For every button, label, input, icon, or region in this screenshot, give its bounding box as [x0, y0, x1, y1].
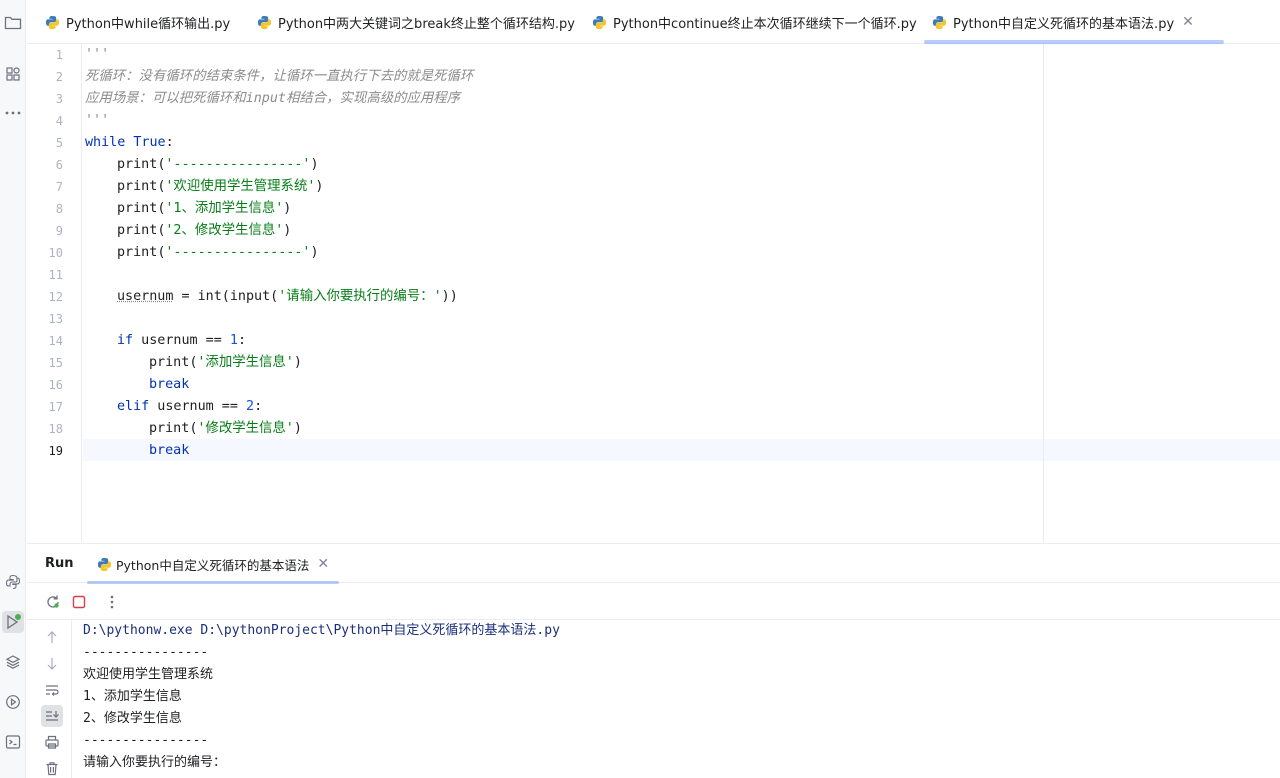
tab-label: Python中continue终止本次循环继续下一个循环.py: [613, 16, 917, 32]
python-file-icon: [45, 15, 60, 29]
python-file-icon: [932, 15, 947, 29]
console-line: 2、修改学生信息: [83, 711, 182, 726]
line-number-current: 19: [48, 444, 63, 458]
rerun-icon[interactable]: [43, 592, 63, 612]
line-number-gutter[interactable]: 1 2 3 4 5 6 7 8 9 10 11 12 13 14 15 16 1…: [27, 44, 82, 542]
line-number: 4: [55, 114, 63, 128]
code-line-19: break: [149, 443, 190, 458]
code-line-4: ''': [85, 113, 110, 128]
code-line-15: print('添加学生信息'): [149, 355, 302, 370]
code-line-3: 应用场景：可以把死循环和input相结合，实现高级的应用程序: [85, 91, 461, 106]
line-number: 12: [48, 290, 63, 304]
console-line: 欢迎使用学生管理系统: [83, 667, 214, 682]
code-line-14: if usernum == 1:: [117, 333, 246, 348]
code-line-10: print('----------------'): [117, 245, 319, 260]
more-tools-icon[interactable]: [2, 102, 24, 124]
code-line-16: break: [149, 377, 190, 392]
console-output[interactable]: D:\pythonw.exe D:\pythonProject\Python中自…: [83, 620, 1280, 778]
python-file-icon: [592, 15, 607, 29]
console-line: D:\pythonw.exe D:\pythonProject\Python中自…: [83, 623, 560, 638]
project-icon[interactable]: [2, 12, 24, 34]
tab-break-keyword[interactable]: Python中两大关键词之break终止整个循环结构.py: [257, 0, 575, 44]
line-number: 10: [48, 246, 63, 260]
line-number: 6: [55, 158, 63, 172]
code-line-18: print('修改学生信息'): [149, 421, 302, 436]
console-line: ----------------: [83, 645, 209, 660]
code-line-7: print('欢迎使用学生管理系统'): [117, 179, 324, 194]
run-tab-label: Python中自定义死循环的基本语法: [116, 557, 310, 573]
code-line-1: ''': [85, 47, 110, 62]
run-toolbar: [27, 584, 1280, 620]
code-editor[interactable]: ''' 死循环：没有循环的结束条件，让循环一直执行下去的就是死循环 应用场景：可…: [85, 44, 1280, 542]
code-line-5: while True:: [85, 135, 174, 150]
more-options-icon[interactable]: [102, 592, 122, 612]
python-file-icon: [257, 15, 272, 29]
tab-label: Python中两大关键词之break终止整个循环结构.py: [278, 16, 575, 32]
scroll-to-end-icon[interactable]: [41, 705, 63, 727]
code-line-12: usernum = int(input('请输入你要执行的编号：')): [117, 289, 458, 304]
structure-icon[interactable]: [2, 63, 24, 85]
line-number: 2: [55, 70, 63, 84]
run-panel-header: Run Python中自定义死循环的基本语法 ✕: [27, 543, 1280, 584]
console-line: 1、添加学生信息: [83, 689, 182, 704]
close-tab-icon[interactable]: ✕: [1182, 14, 1194, 30]
run-config-tab[interactable]: Python中自定义死循环的基本语法 ✕: [86, 544, 340, 584]
line-number: 9: [55, 224, 63, 238]
tab-while-loop[interactable]: Python中while循环输出.py: [45, 0, 230, 44]
python-file-icon: [97, 557, 112, 571]
tab-continue-keyword[interactable]: Python中continue终止本次循环继续下一个循环.py: [592, 0, 917, 44]
stop-icon[interactable]: [69, 592, 89, 612]
services-icon[interactable]: [2, 691, 24, 713]
line-number: 3: [55, 92, 63, 106]
tab-infinite-loop[interactable]: Python中自定义死循环的基本语法.py ✕: [924, 0, 1224, 44]
console-line: ----------------: [83, 733, 209, 748]
line-number: 15: [48, 356, 63, 370]
scroll-up-icon[interactable]: [41, 626, 63, 648]
tab-label: Python中自定义死循环的基本语法.py: [953, 16, 1175, 32]
run-tool-icon[interactable]: [2, 611, 24, 633]
line-number: 14: [48, 334, 63, 348]
trash-icon[interactable]: [41, 757, 63, 778]
console-side-toolbar: [27, 620, 72, 778]
line-number: 1: [55, 48, 63, 62]
line-number: 8: [55, 202, 63, 216]
line-number: 17: [48, 400, 63, 414]
tool-window-strip: [0, 0, 26, 778]
line-number: 13: [48, 312, 63, 326]
close-run-tab-icon[interactable]: ✕: [317, 556, 329, 572]
print-icon[interactable]: [41, 731, 63, 753]
editor-tab-bar: Python中while循环输出.py Python中两大关键词之break终止…: [27, 0, 1280, 44]
line-number: 16: [48, 378, 63, 392]
code-line-2: 死循环：没有循环的结束条件，让循环一直执行下去的就是死循环: [85, 69, 474, 84]
line-number: 11: [48, 268, 63, 282]
layers-icon[interactable]: [2, 651, 24, 673]
scroll-down-icon[interactable]: [41, 653, 63, 675]
code-line-6: print('----------------'): [117, 157, 319, 172]
line-number: 7: [55, 180, 63, 194]
soft-wrap-icon[interactable]: [41, 679, 63, 701]
code-line-9: print('2、修改学生信息'): [117, 223, 292, 238]
console-line: 请输入你要执行的编号：: [83, 755, 227, 770]
terminal-icon[interactable]: [2, 731, 24, 753]
line-number: 5: [55, 136, 63, 150]
code-line-17: elif usernum == 2:: [117, 399, 263, 414]
python-console-icon[interactable]: [2, 571, 24, 593]
run-panel-title: Run: [45, 556, 74, 571]
line-number: 18: [48, 422, 63, 436]
code-line-8: print('1、添加学生信息'): [117, 201, 292, 216]
tab-label: Python中while循环输出.py: [66, 16, 231, 32]
